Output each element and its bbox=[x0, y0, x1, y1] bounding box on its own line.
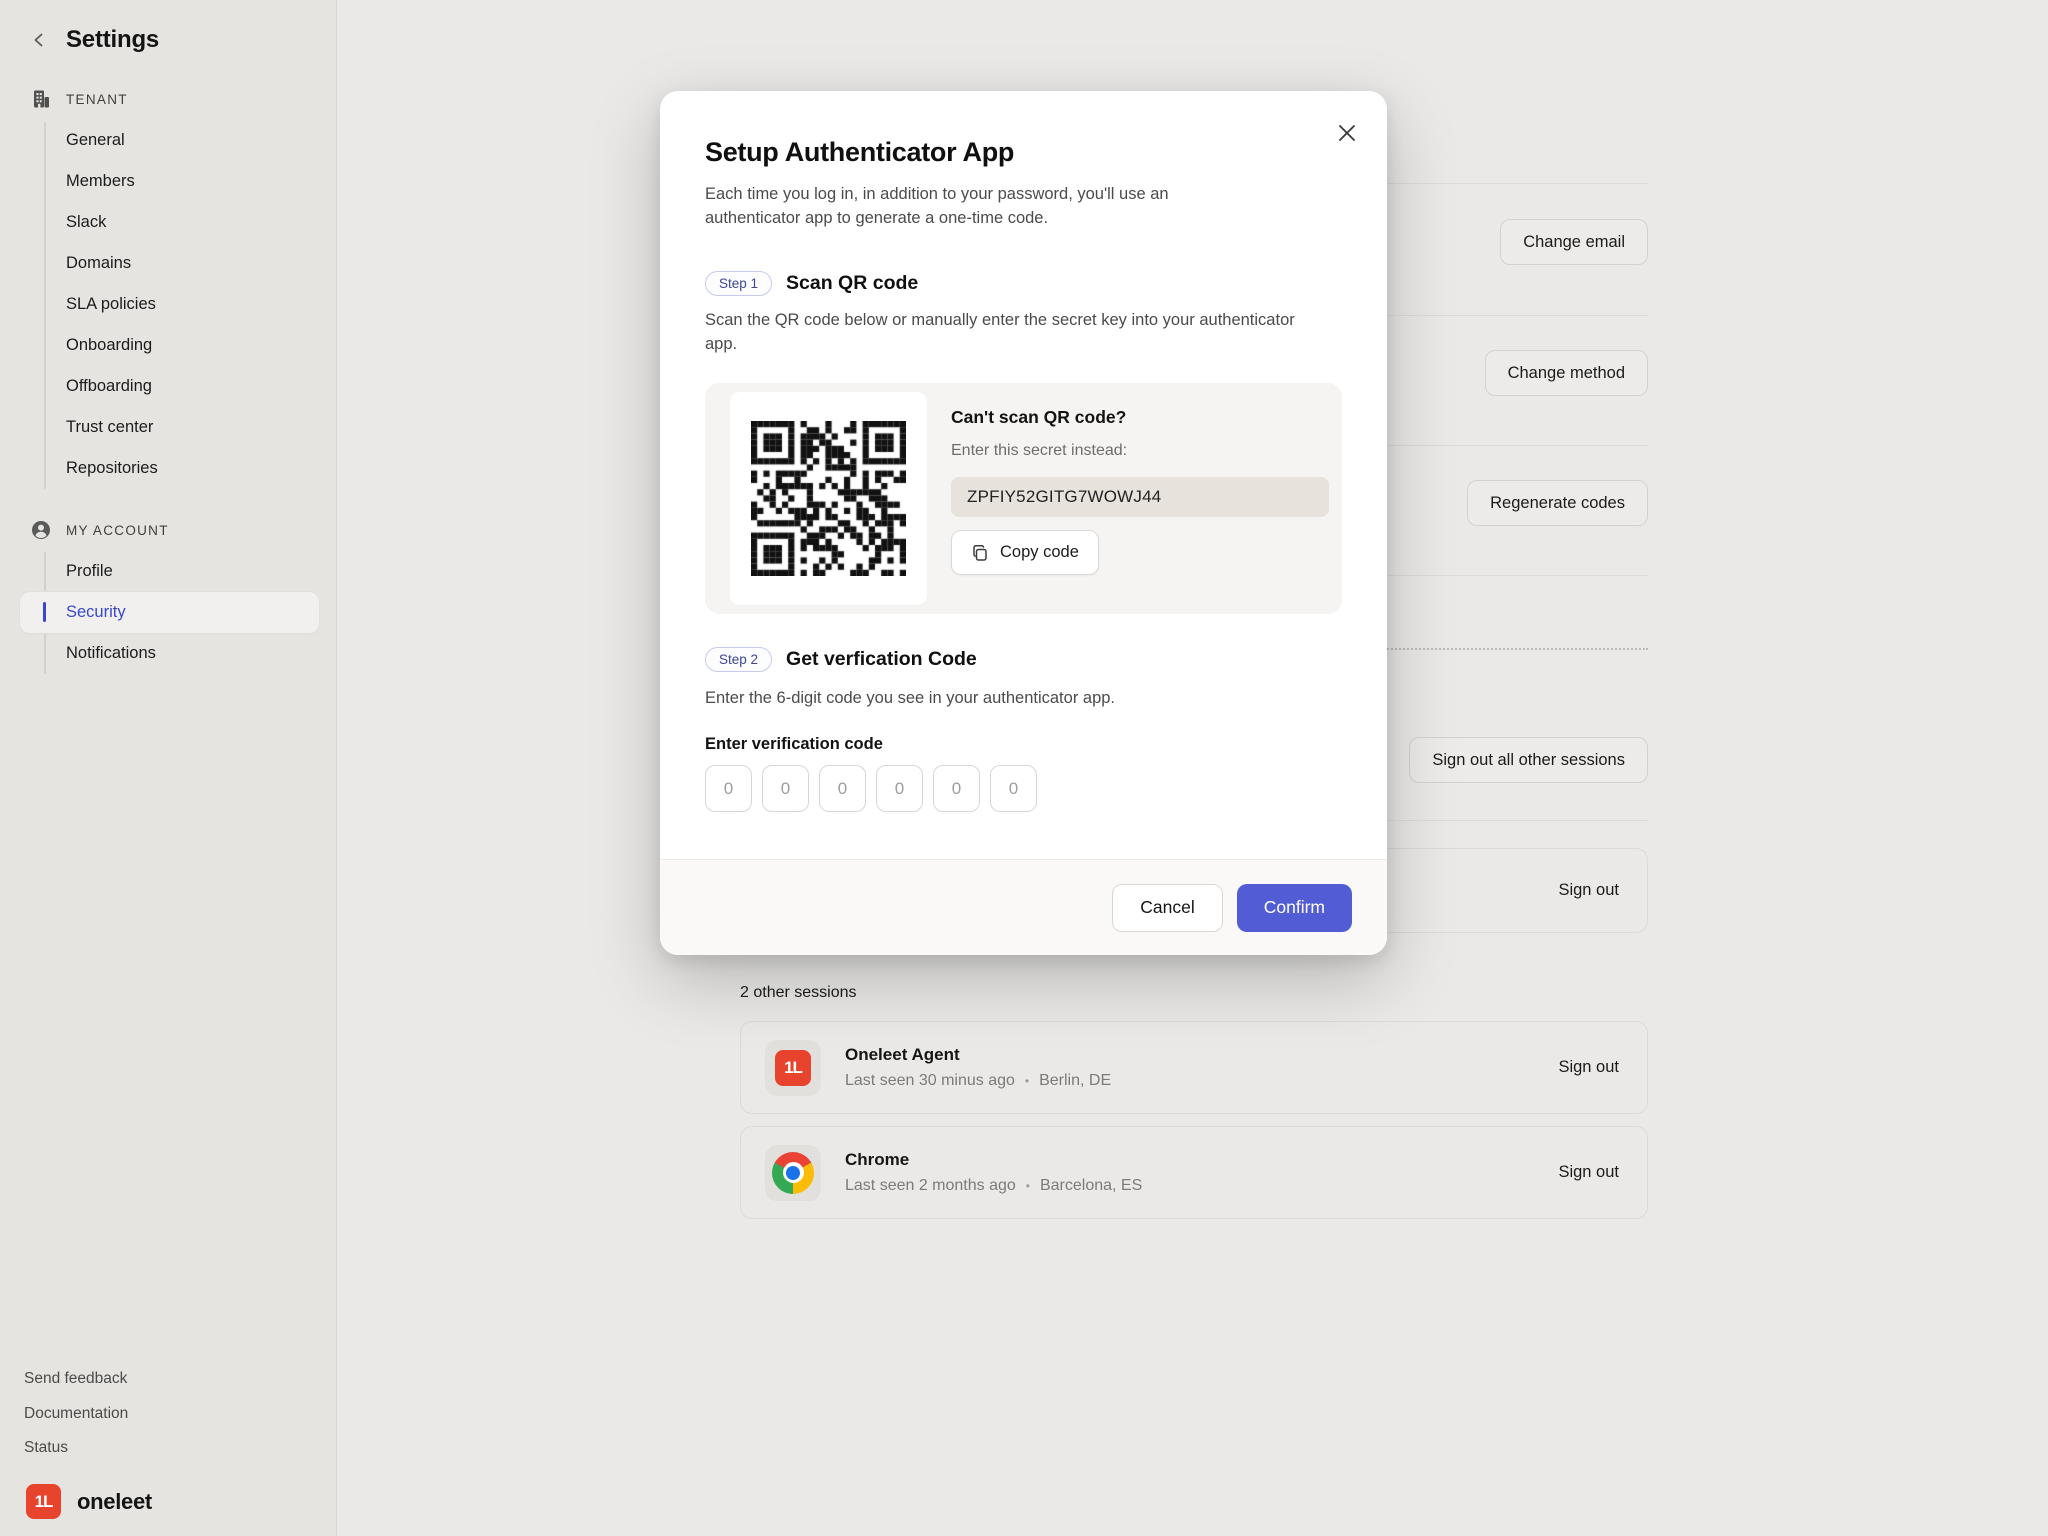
back-button[interactable] bbox=[26, 27, 52, 53]
settings-sidebar: Settings TENANT General Members Slack Do… bbox=[0, 0, 337, 1536]
dot-separator: • bbox=[1026, 1179, 1030, 1193]
section-my-account: MY ACCOUNT bbox=[30, 519, 169, 541]
oneleet-logo-icon: 1L bbox=[26, 1484, 61, 1519]
confirm-button[interactable]: Confirm bbox=[1237, 884, 1352, 932]
session-icon-tile: 1L bbox=[765, 1040, 821, 1096]
sidebar-item-trust-center[interactable]: Trust center bbox=[66, 407, 158, 448]
change-method-button[interactable]: Change method bbox=[1485, 350, 1648, 396]
tenant-guide-line bbox=[44, 122, 46, 489]
send-feedback-link[interactable]: Send feedback bbox=[24, 1370, 127, 1388]
step1-header: Step 1 Scan QR code bbox=[705, 271, 918, 296]
section-tenant: TENANT bbox=[30, 88, 128, 110]
documentation-link[interactable]: Documentation bbox=[24, 1405, 128, 1423]
page-title: Settings bbox=[66, 26, 159, 54]
cant-scan-heading: Can't scan QR code? bbox=[951, 407, 1126, 428]
modal-title: Setup Authenticator App bbox=[705, 137, 1014, 168]
copy-icon bbox=[971, 544, 989, 562]
session-name: Oneleet Agent bbox=[845, 1045, 1558, 1065]
sidebar-item-members[interactable]: Members bbox=[66, 161, 158, 202]
session-meta: Last seen 2 months ago • Barcelona, ES bbox=[845, 1177, 1558, 1195]
otp-input-row bbox=[705, 765, 1037, 812]
sidebar-item-domains[interactable]: Domains bbox=[66, 243, 158, 284]
sidebar-item-security-label[interactable]: Security bbox=[66, 592, 126, 633]
sidebar-item-security[interactable] bbox=[20, 592, 319, 633]
sidebar-item-slack[interactable]: Slack bbox=[66, 202, 158, 243]
step2-heading: Get verfication Code bbox=[786, 648, 977, 671]
session-row-oneleet-agent: 1L Oneleet Agent Last seen 30 minus ago … bbox=[740, 1021, 1648, 1114]
session-info: Chrome Last seen 2 months ago • Barcelon… bbox=[845, 1150, 1558, 1195]
sidebar-item-offboarding[interactable]: Offboarding bbox=[66, 366, 158, 407]
qr-code-image bbox=[751, 421, 906, 576]
status-link[interactable]: Status bbox=[24, 1439, 68, 1457]
brand-name: oneleet bbox=[77, 1489, 152, 1515]
otp-digit-1[interactable] bbox=[705, 765, 752, 812]
selected-indicator-bar bbox=[43, 602, 46, 622]
tenant-nav-list: General Members Slack Domains SLA polici… bbox=[66, 120, 158, 489]
setup-authenticator-modal: Setup Authenticator App Each time you lo… bbox=[660, 91, 1387, 955]
sidebar-item-sla-policies[interactable]: SLA policies bbox=[66, 284, 158, 325]
secret-key-field: ZPFIY52GITG7WOWJ44 bbox=[951, 477, 1329, 517]
person-icon bbox=[30, 519, 52, 541]
account-nav-list: Profile bbox=[66, 551, 113, 592]
step1-badge: Step 1 bbox=[705, 271, 772, 296]
step1-heading: Scan QR code bbox=[786, 272, 918, 295]
otp-digit-5[interactable] bbox=[933, 765, 980, 812]
session-sign-out[interactable]: Sign out bbox=[1558, 1163, 1619, 1182]
step2-badge: Step 2 bbox=[705, 647, 772, 672]
sidebar-item-notifications[interactable]: Notifications bbox=[66, 633, 156, 674]
oneleet-brand: 1L oneleet bbox=[26, 1484, 152, 1519]
sign-out-all-button[interactable]: Sign out all other sessions bbox=[1409, 737, 1648, 783]
otp-digit-3[interactable] bbox=[819, 765, 866, 812]
section-label-tenant: TENANT bbox=[66, 92, 128, 107]
oneleet-agent-icon: 1L bbox=[775, 1050, 811, 1086]
step2-header: Step 2 Get verfication Code bbox=[705, 647, 977, 672]
session-info: Oneleet Agent Last seen 30 minus ago • B… bbox=[845, 1045, 1558, 1090]
copy-code-label: Copy code bbox=[1000, 543, 1079, 562]
step2-description: Enter the 6-digit code you see in your a… bbox=[705, 687, 1325, 711]
step1-description: Scan the QR code below or manually enter… bbox=[705, 309, 1305, 357]
qr-panel: Can't scan QR code? Enter this secret in… bbox=[705, 383, 1342, 614]
sidebar-header: Settings bbox=[26, 26, 159, 54]
modal-description: Each time you log in, in addition to you… bbox=[705, 183, 1263, 231]
current-session-sign-out[interactable]: Sign out bbox=[1558, 881, 1619, 900]
account-nav-list-2: Notifications bbox=[66, 633, 156, 674]
chrome-icon bbox=[772, 1152, 814, 1194]
cancel-button[interactable]: Cancel bbox=[1112, 884, 1222, 932]
sidebar-item-repositories[interactable]: Repositories bbox=[66, 448, 158, 489]
sidebar-item-general[interactable]: General bbox=[66, 120, 158, 161]
session-icon-tile bbox=[765, 1145, 821, 1201]
enter-secret-label: Enter this secret instead: bbox=[951, 442, 1127, 460]
change-email-button[interactable]: Change email bbox=[1500, 219, 1648, 265]
verification-code-label: Enter verification code bbox=[705, 735, 883, 754]
modal-footer: Cancel Confirm bbox=[660, 859, 1387, 955]
session-name: Chrome bbox=[845, 1150, 1558, 1170]
dot-separator: • bbox=[1025, 1074, 1029, 1088]
copy-code-button[interactable]: Copy code bbox=[951, 530, 1099, 575]
chevron-left-icon bbox=[31, 32, 47, 48]
otp-digit-6[interactable] bbox=[990, 765, 1037, 812]
otp-digit-4[interactable] bbox=[876, 765, 923, 812]
regenerate-codes-button[interactable]: Regenerate codes bbox=[1467, 480, 1648, 526]
session-meta: Last seen 30 minus ago • Berlin, DE bbox=[845, 1072, 1558, 1090]
other-sessions-heading: 2 other sessions bbox=[740, 984, 857, 1002]
sidebar-item-profile[interactable]: Profile bbox=[66, 551, 113, 592]
otp-digit-2[interactable] bbox=[762, 765, 809, 812]
close-button[interactable] bbox=[1333, 119, 1361, 147]
session-row-chrome: Chrome Last seen 2 months ago • Barcelon… bbox=[740, 1126, 1648, 1219]
section-label-my-account: MY ACCOUNT bbox=[66, 523, 169, 538]
session-sign-out[interactable]: Sign out bbox=[1558, 1058, 1619, 1077]
sidebar-item-onboarding[interactable]: Onboarding bbox=[66, 325, 158, 366]
qr-code-tile bbox=[730, 392, 927, 605]
close-icon bbox=[1336, 122, 1358, 144]
building-icon bbox=[30, 88, 52, 110]
